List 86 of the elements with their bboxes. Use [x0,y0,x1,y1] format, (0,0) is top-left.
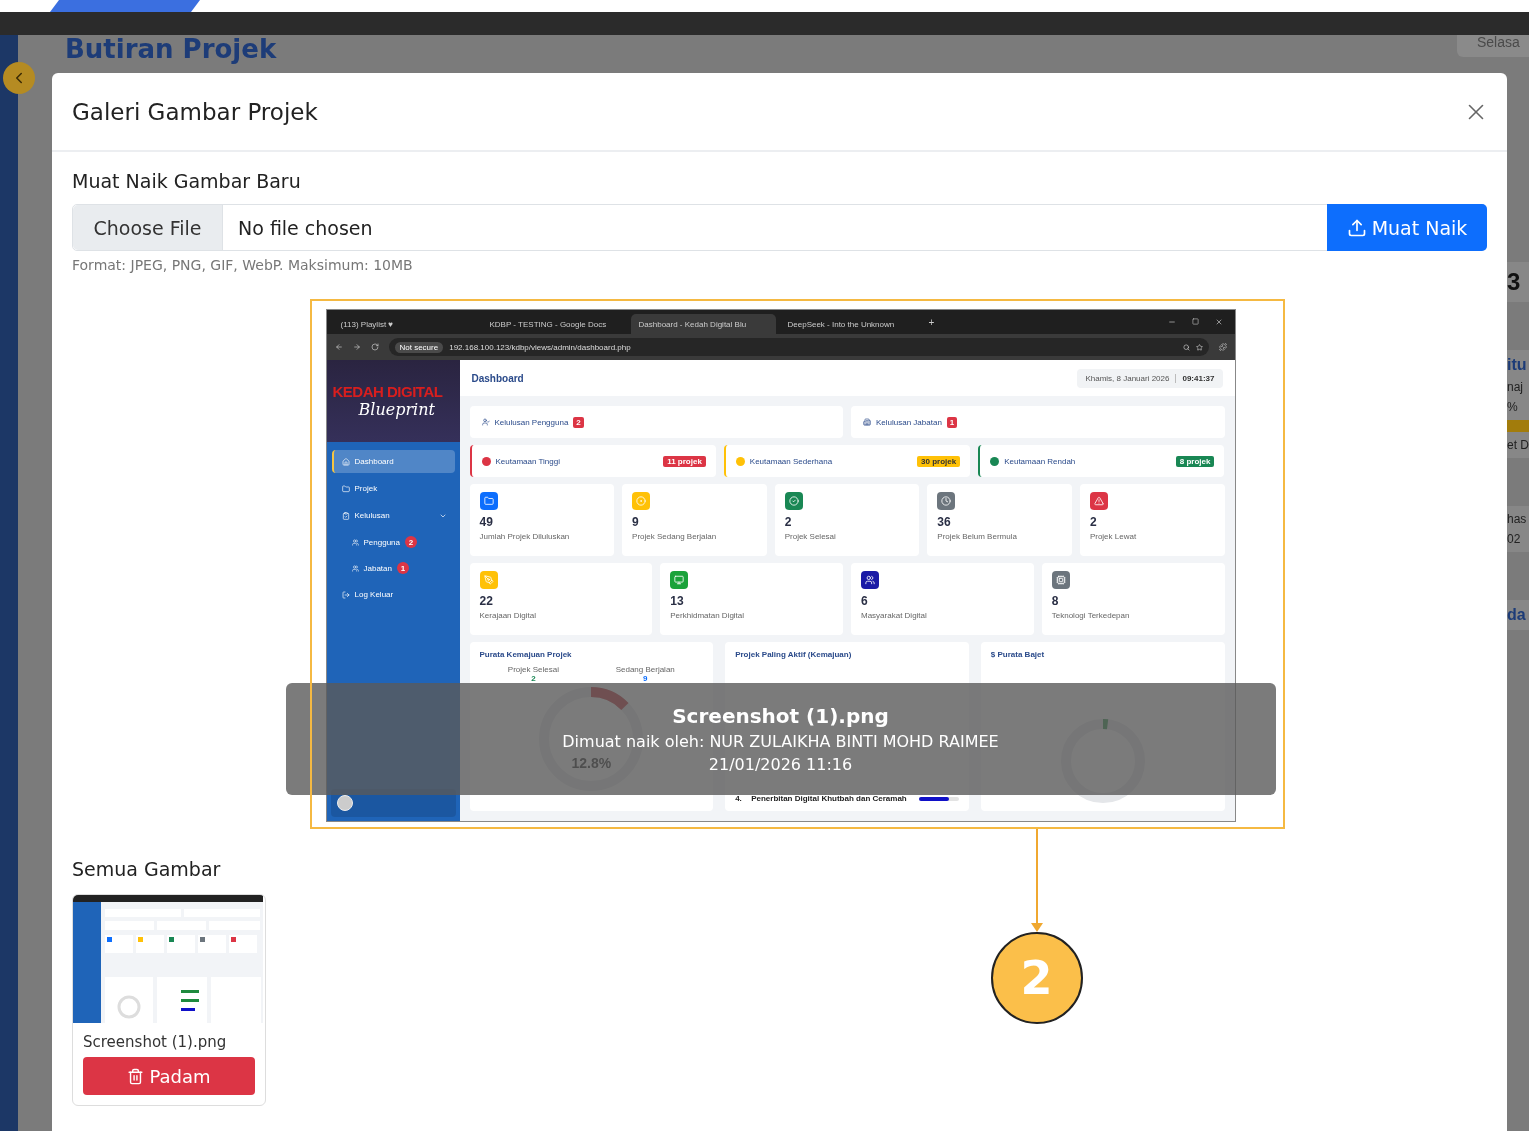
card-text: has [1507,512,1528,526]
stat-value: 49 [479,515,494,529]
format-hint: Format: JPEG, PNG, GIF, WebP. Maksimum: 10MB [72,257,414,273]
reload-icon [370,343,379,351]
browser-tab[interactable]: (113) Playlist ♥ [332,314,478,334]
stat-value: 2 [530,674,537,683]
building-icon [863,418,871,426]
table-cell-text: Penerbitan Digital Khutbah dan Ceramah [751,794,908,803]
users-icon [351,538,359,546]
stat-value: 22 [479,594,494,608]
file-status: No file chosen [237,215,374,241]
step-badge: 2 [990,932,1083,1024]
stat-value: 9 [632,515,640,529]
stat-label: Jumlah Projek Diluluskan [479,532,571,541]
stat-value: 36 [937,515,952,529]
nav-item[interactable]: Log Keluar [331,583,455,606]
star-icon [1195,343,1203,351]
nav-item[interactable]: Kelulusan [331,504,455,527]
new-tab-button[interactable]: + [928,316,935,328]
forward-icon [352,343,361,351]
card-text: et D [1507,438,1529,452]
home-icon [341,457,350,466]
collapse-button[interactable] [3,62,35,94]
stat-value: 6 [861,594,869,608]
stat-value: 8 [1051,594,1060,608]
logout-icon [341,590,350,599]
upload-label: Muat Naik Gambar Baru [72,170,302,192]
section-title: Semua Gambar [72,858,222,880]
stat-label: Projek Sedang Berjalan [632,532,718,541]
card-text: % [1507,400,1519,414]
page-title: Butiran Projek [65,35,277,64]
card-heading: itu [1507,356,1528,374]
stat-label: Projek Selesai [507,665,559,674]
puzzle-icon [1218,343,1227,351]
file-input-field[interactable]: Choose File No file chosen Muat Naik [72,204,1487,251]
stat-label: Teknologi Terkedepan [1051,611,1131,620]
approval-card[interactable]: Kelulusan Pengguna 2 [469,406,843,438]
upload-button[interactable]: Muat Naik [1327,204,1487,251]
upload-icon [1346,217,1367,238]
stat-value: 9 [642,674,649,683]
browser-tab[interactable]: KDBP - TESTING - Google Docs [481,314,627,334]
priority-card[interactable]: Keutamaan Sederhana 30 projek [723,445,971,477]
stat-label: Masyarakat Digital [861,611,928,620]
search-icon [1182,343,1190,351]
approval-card[interactable]: Kelulusan Jabatan 1 [851,406,1225,438]
date-chip: Selasa [1457,35,1529,57]
stat-label: Projek Lewat [1089,532,1138,541]
clipboard-icon [341,511,350,520]
folder-icon [341,484,350,493]
url-field[interactable]: Not secure 192.168.100.123/kdbp/views/admin/dashboard.php [388,338,1209,356]
stat-label: Perkhidmatan Digital [670,611,746,620]
stat-value: 3 [1507,268,1522,296]
image-filename: Screenshot (1).png [82,1032,228,1053]
table-cell-text: 4. [735,794,743,803]
stat-label: Projek Belum Bermula [937,532,1018,541]
back-icon [334,343,343,351]
priority-card[interactable]: Keutamaan Tinggi 11 projek [469,445,716,477]
page-title: Dashboard [471,372,524,384]
priority-card[interactable]: Keutamaan Rendah 8 projek [978,445,1225,477]
nav-item[interactable]: Projek [331,477,455,500]
users-icon [351,564,359,572]
close-icon [1214,318,1223,326]
browser-tab[interactable]: Dashboard - Kedah Digital Blu [630,314,776,334]
stat-value: 2 [784,515,793,529]
stat-value: 2 [1089,515,1098,529]
card-heading: da [1507,606,1527,624]
maximize-icon [1191,318,1199,325]
nav-item[interactable]: Pengguna 2 [331,531,455,553]
avatar [336,795,353,811]
card-text: naj [1507,380,1524,394]
date-time-chip: Khamis, 8 Januari 2026 09:41:37 [1077,368,1223,388]
trash-icon [127,1067,145,1085]
stat-value: 13 [670,594,685,608]
browser-tab[interactable]: DeepSeek - Into the Unknown [779,314,925,334]
minimize-icon [1167,318,1176,326]
users-icon [481,418,490,426]
card-text: 02 [1507,532,1522,546]
nav-item[interactable]: Dashboard [331,450,455,473]
modal-title: Galeri Gambar Projek [72,98,318,125]
nav-item[interactable]: Jabatan 1 [331,557,455,579]
delete-button[interactable]: Padam [83,1057,255,1095]
stat-label: Kerajaan Digital [479,611,537,620]
choose-file-button[interactable]: Choose File [73,205,223,250]
logo-banner: KEDAH DIGITAL Blueprint [326,360,460,442]
stat-label: Projek Selesai [784,532,837,541]
stat-label: Sedang Berjalan [615,665,675,674]
